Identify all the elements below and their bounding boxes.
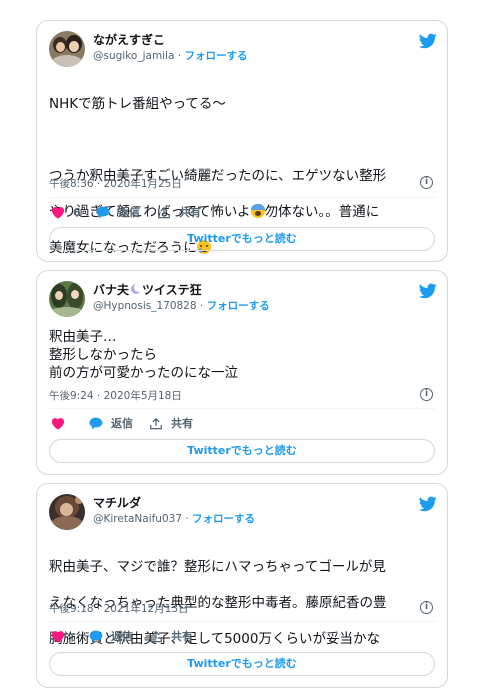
tweet-actions: 返信 共有: [49, 628, 437, 646]
info-icon[interactable]: i: [420, 388, 433, 401]
tweet-timestamp[interactable]: 午後9:18 · 2021年12月13日: [49, 601, 189, 616]
tweet-card: ながえすぎこ @sugiko_jamila · フォローする NHKで筋トレ番組…: [36, 20, 448, 262]
like-count: 6: [73, 206, 81, 219]
share-icon: [150, 417, 162, 430]
author-handle[interactable]: @sugiko_jamila: [93, 50, 174, 62]
tweet-header: マチルダ @KiretaNaifu037 · フォローする: [49, 494, 437, 530]
share-icon: [158, 206, 170, 219]
heart-icon: [51, 418, 65, 430]
text-line: 釈由美子、マジで誰？整形にハマっちゃってゴールが見: [49, 559, 386, 575]
tweet-timestamp[interactable]: 午後8:36 · 2020年1月25日: [49, 176, 182, 191]
reply-label: 返信: [111, 417, 133, 430]
divider: [49, 197, 435, 198]
crescent-moon-emoji-icon: [129, 283, 144, 296]
twitter-bird-icon[interactable]: [419, 496, 437, 512]
author-name[interactable]: マチルダ: [93, 495, 141, 511]
reply-label: 返信: [111, 630, 133, 643]
twitter-bird-icon[interactable]: [419, 33, 437, 49]
separator: ·: [177, 50, 182, 62]
avatar[interactable]: [49, 281, 85, 317]
reply-bubble-icon: [89, 417, 103, 430]
read-more-button[interactable]: Twitterでもっと読む: [49, 439, 435, 463]
divider: [49, 408, 435, 409]
info-icon[interactable]: i: [420, 176, 433, 189]
avatar[interactable]: [49, 494, 85, 530]
reply-label: 返信: [118, 206, 140, 219]
author-handle[interactable]: @Hypnosis_170828: [93, 300, 197, 312]
heart-icon: [51, 207, 65, 219]
share-label: 共有: [171, 630, 193, 643]
follow-link[interactable]: フォローする: [207, 300, 270, 312]
tweet-header: バナ夫 ツイステ狂 @Hypnosis_170828 · フォローする: [49, 281, 437, 317]
separator: ·: [185, 513, 189, 525]
author-subline: @sugiko_jamila · フォローする: [93, 49, 247, 63]
tweet-card: マチルダ @KiretaNaifu037 · フォローする 釈由美子、マジで誰？…: [36, 483, 448, 688]
follow-link[interactable]: フォローする: [192, 513, 255, 525]
author-name[interactable]: ながえすぎこ: [93, 32, 165, 48]
text-line: NHKで筋トレ番組やってる〜: [49, 96, 226, 112]
tweet-card: バナ夫 ツイステ狂 @Hypnosis_170828 · フォローする 釈由美子……: [36, 270, 448, 475]
author-handle[interactable]: @KiretaNaifu037: [93, 513, 182, 525]
heart-icon: [51, 631, 65, 643]
author-name-text: バナ夫: [93, 283, 130, 297]
tweet-actions: 返信 共有: [49, 415, 437, 433]
divider: [49, 621, 435, 622]
tweet-header: ながえすぎこ @sugiko_jamila · フォローする: [49, 31, 437, 67]
reply-bubble-icon: [96, 206, 110, 219]
twitter-bird-icon[interactable]: [419, 283, 437, 299]
info-icon[interactable]: i: [420, 601, 433, 614]
author-name-suffix: ツイステ狂: [142, 283, 202, 297]
reply-bubble-icon: [89, 630, 103, 643]
avatar[interactable]: [49, 31, 85, 67]
share-label: 共有: [171, 417, 193, 430]
share-label: 共有: [179, 206, 201, 219]
read-more-button[interactable]: Twitterでもっと読む: [49, 227, 435, 251]
share-icon: [150, 630, 162, 643]
author-subline: @KiretaNaifu037 · フォローする: [93, 512, 255, 526]
tweet-actions: 6 返信 共有: [49, 204, 437, 222]
tweet-text: 釈由美子… 整形しなかったら 前の方が可愛かったのにな一泣: [49, 329, 238, 381]
author-name[interactable]: バナ夫 ツイステ狂: [93, 282, 202, 298]
tweet-timestamp[interactable]: 午後9:24 · 2020年5月18日: [49, 388, 182, 403]
follow-link[interactable]: フォローする: [184, 50, 247, 62]
author-subline: @Hypnosis_170828 · フォローする: [93, 299, 270, 313]
separator: ·: [199, 300, 204, 312]
read-more-button[interactable]: Twitterでもっと読む: [49, 652, 435, 676]
